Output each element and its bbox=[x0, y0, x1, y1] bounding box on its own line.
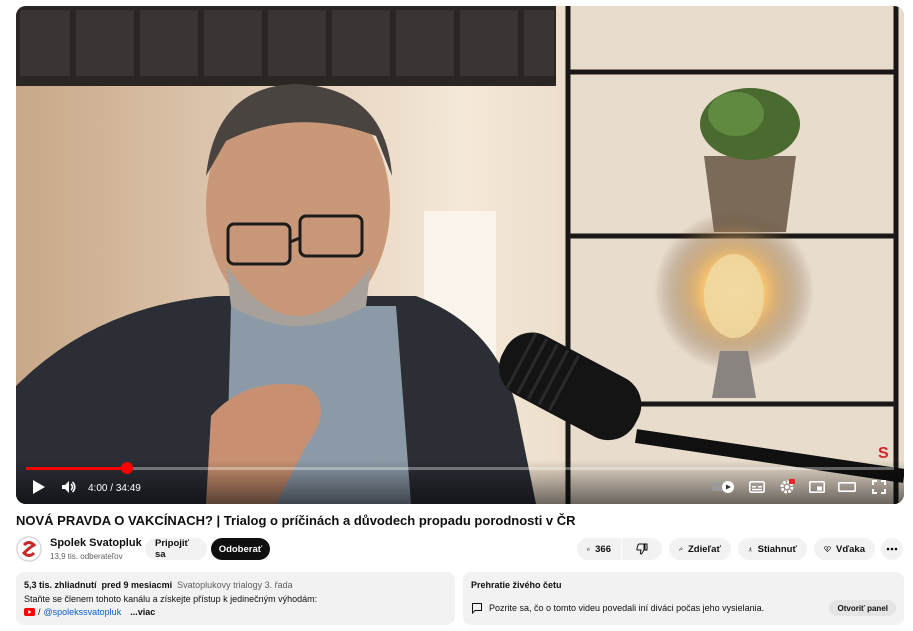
video-player[interactable]: S 4:00 / 34:49 bbox=[16, 6, 904, 504]
time-display: 4:00 / 34:49 bbox=[88, 483, 141, 494]
fullscreen-icon bbox=[872, 480, 886, 494]
share-button[interactable]: Zdieľať bbox=[669, 538, 731, 560]
gear-icon bbox=[780, 479, 795, 494]
view-count: 5,3 tis. zhliadnutí bbox=[24, 580, 97, 590]
description-meta: 5,3 tis. zhliadnutí pred 9 mesiacmi Svat… bbox=[24, 580, 293, 590]
join-button[interactable]: Pripojiť sa bbox=[145, 538, 207, 560]
playlist-link[interactable]: Svatoplukovy trialogy 3. řada bbox=[177, 580, 293, 590]
chat-text: Pozrite sa, čo o tomto videu povedali in… bbox=[489, 603, 765, 613]
fullscreen-button[interactable] bbox=[868, 476, 890, 498]
chat-replay-box: Prehratie živého četu Pozrite sa, čo o t… bbox=[463, 572, 904, 625]
play-icon bbox=[33, 480, 45, 494]
theater-mode-button[interactable] bbox=[836, 476, 858, 498]
channel-logo-icon bbox=[16, 536, 42, 562]
time-separator: / bbox=[107, 483, 116, 494]
progress-scrubber[interactable] bbox=[120, 462, 133, 474]
download-label: Stiahnuť bbox=[757, 543, 797, 555]
subscribe-button[interactable]: Odoberať bbox=[211, 538, 270, 560]
link-prefix: / bbox=[38, 607, 41, 617]
thanks-label: Vďaka bbox=[835, 543, 865, 555]
miniplayer-button[interactable] bbox=[806, 476, 828, 498]
share-icon bbox=[679, 546, 683, 551]
volume-icon bbox=[62, 481, 76, 493]
play-button[interactable] bbox=[28, 476, 50, 498]
channel-name[interactable]: Spolek Svatopluk bbox=[50, 537, 142, 549]
more-actions-button[interactable] bbox=[881, 538, 903, 560]
volume-button[interactable] bbox=[58, 476, 80, 498]
youtube-icon bbox=[24, 608, 35, 616]
svg-text:$: $ bbox=[827, 547, 829, 551]
channel-avatar[interactable] bbox=[16, 536, 42, 562]
player-controls: 4:00 / 34:49 bbox=[16, 460, 904, 504]
share-label: Zdieľať bbox=[687, 543, 721, 555]
video-frame: S bbox=[16, 6, 904, 504]
thanks-heart-icon: $ bbox=[824, 546, 831, 553]
theater-icon bbox=[838, 481, 856, 492]
settings-button[interactable] bbox=[776, 476, 798, 498]
upload-age: pred 9 mesiacmi bbox=[101, 580, 173, 590]
autoplay-icon bbox=[711, 481, 735, 493]
download-button[interactable]: Stiahnuť bbox=[738, 538, 807, 560]
subtitles-icon bbox=[749, 481, 765, 493]
video-title: NOVÁ PRAVDA O VAKCÍNACH? | Trialog o prí… bbox=[16, 513, 576, 528]
thumbs-down-icon bbox=[636, 543, 648, 555]
chat-title: Prehratie živého četu bbox=[471, 580, 562, 590]
description-text: Staňte se členem tohoto kanálu a získejt… bbox=[24, 594, 318, 604]
thumbs-up-icon bbox=[587, 547, 591, 551]
progress-bar[interactable] bbox=[26, 462, 894, 474]
open-panel-button[interactable]: Otvoriť panel bbox=[829, 600, 896, 616]
thanks-button[interactable]: $ Vďaka bbox=[814, 538, 875, 560]
description-link-row: / @spolekssvatopluk ...viac bbox=[24, 607, 155, 617]
progress-fill bbox=[26, 467, 127, 470]
dislike-button[interactable] bbox=[622, 538, 662, 560]
like-count: 366 bbox=[595, 543, 611, 555]
chat-info: Pozrite sa, čo o tomto videu povedali in… bbox=[471, 602, 764, 614]
chat-icon bbox=[472, 603, 482, 614]
subtitles-button[interactable] bbox=[746, 476, 768, 498]
more-link[interactable]: ...viac bbox=[130, 607, 155, 617]
download-icon bbox=[748, 547, 753, 552]
more-horizontal-icon bbox=[886, 547, 898, 551]
open-panel-label: Otvoriť panel bbox=[837, 603, 888, 613]
autoplay-toggle[interactable] bbox=[710, 476, 738, 498]
miniplayer-icon bbox=[809, 481, 825, 493]
subscribe-label: Odoberať bbox=[218, 543, 263, 555]
time-total: 34:49 bbox=[115, 483, 141, 494]
join-label: Pripojiť sa bbox=[155, 538, 190, 560]
subscriber-count: 13,9 tis. odberateľov bbox=[50, 552, 123, 561]
description-box[interactable]: 5,3 tis. zhliadnutí pred 9 mesiacmi Svat… bbox=[16, 572, 455, 625]
channel-row: Spolek Svatopluk 13,9 tis. odberateľov P… bbox=[16, 536, 904, 564]
like-button[interactable]: 366 bbox=[577, 538, 621, 560]
time-current: 4:00 bbox=[88, 483, 108, 494]
channel-handle-link[interactable]: @spolekssvatopluk bbox=[44, 607, 122, 617]
